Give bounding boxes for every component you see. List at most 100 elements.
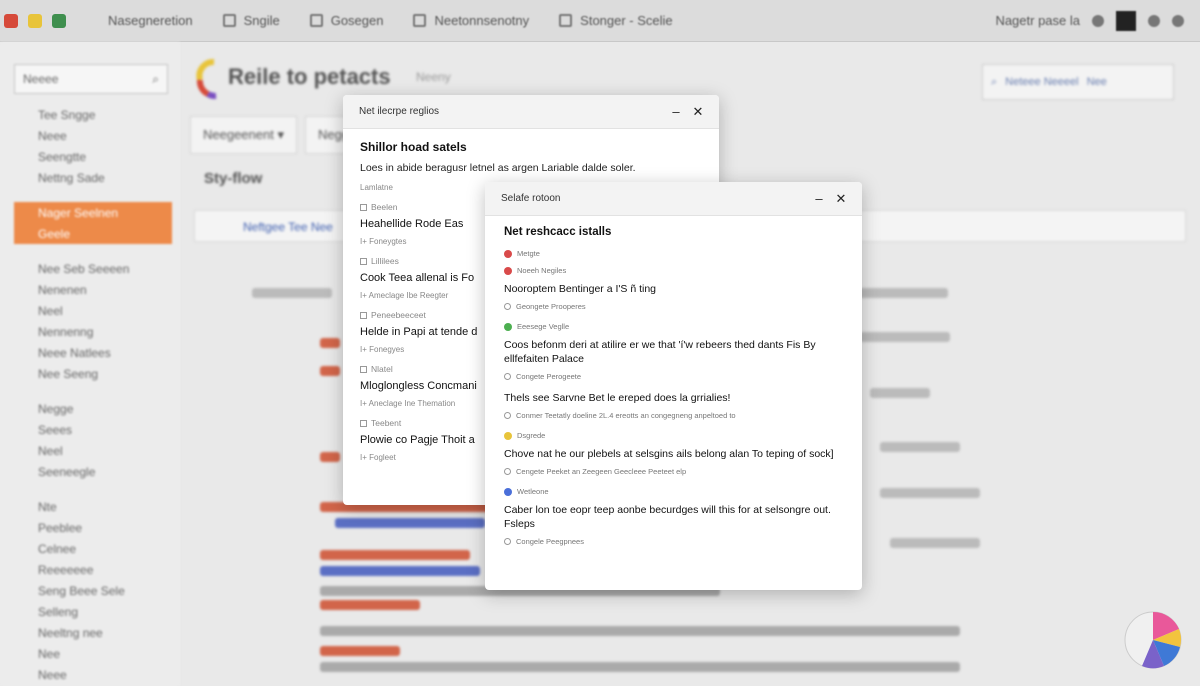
dialog-front: Selafe rotoon – ✕ Net reshcacc istalls M… bbox=[485, 182, 862, 590]
sidebar-item[interactable]: Neee Natlees bbox=[0, 342, 180, 363]
sidebar-item[interactable]: Neel bbox=[0, 300, 180, 321]
sidebar-item[interactable]: Seeneegle bbox=[0, 461, 180, 482]
radio-icon[interactable] bbox=[504, 412, 511, 419]
minimize-button[interactable]: – bbox=[808, 191, 830, 206]
menu-item-5[interactable]: Stonger - Scelie bbox=[559, 13, 673, 28]
list-item[interactable]: Metgte bbox=[504, 248, 862, 259]
menu-item-3[interactable]: Gosegen bbox=[309, 13, 383, 28]
sidebar-divider bbox=[0, 482, 180, 496]
sidebar-divider bbox=[0, 384, 180, 398]
sidebar-item[interactable]: Tee Sngge bbox=[0, 104, 180, 125]
menu-icon bbox=[559, 14, 573, 27]
sidebar-item[interactable]: Seengtte bbox=[0, 146, 180, 167]
sidebar-groups: Tee Sngge Neee Seengtte Nettng Sade Nager Se… bbox=[0, 104, 180, 686]
sidebar-item[interactable]: Selleng bbox=[0, 601, 180, 622]
search-button[interactable]: Nee bbox=[1087, 76, 1107, 88]
user-icon[interactable] bbox=[1092, 14, 1104, 27]
sidebar-item[interactable]: Celnee bbox=[0, 538, 180, 559]
page-subtitle: Neeny bbox=[416, 70, 451, 84]
sidebar-item[interactable]: Nenenen bbox=[0, 279, 180, 300]
red-app-icon[interactable] bbox=[4, 13, 18, 28]
sidebar-item[interactable]: Nee Seb Seeeen bbox=[0, 258, 180, 279]
entry-text: Caber lon toe eopr teep aonbe becurdges … bbox=[504, 504, 831, 530]
bg-text-line bbox=[320, 600, 420, 610]
sidebar-item[interactable]: Seng Beee Sele bbox=[0, 580, 180, 601]
entry-category: Noeeh Negiles bbox=[504, 265, 862, 276]
list-item[interactable]: Wetleone Caber lon toe eopr teep aonbe be… bbox=[504, 486, 862, 546]
sidebar-search-input[interactable]: Neeee ⌕ bbox=[14, 64, 168, 94]
entry-meta: Congete Perogeete bbox=[504, 372, 862, 381]
dialog-back-header: Net ilecrpe reglios – ✕ bbox=[343, 95, 719, 129]
sidebar-item[interactable]: Seees bbox=[0, 419, 180, 440]
radio-icon[interactable] bbox=[504, 538, 511, 545]
checkbox-icon[interactable] bbox=[360, 419, 367, 427]
sidebar-item[interactable]: Negge bbox=[0, 398, 180, 419]
radio-icon[interactable] bbox=[504, 373, 511, 380]
pencil-icon[interactable] bbox=[28, 13, 42, 28]
toolbar-app-icons bbox=[0, 13, 66, 28]
sidebar-item[interactable]: Neel bbox=[0, 440, 180, 461]
radio-icon[interactable] bbox=[504, 468, 511, 475]
sidebar-item[interactable]: Nte bbox=[0, 496, 180, 517]
list-item[interactable]: Eeesege Veglle Coos befonm deri at atilir… bbox=[504, 321, 862, 381]
close-button[interactable]: ✕ bbox=[687, 104, 709, 120]
dialog-back-title: Net ilecrpe reglios bbox=[359, 106, 440, 117]
sidebar-item[interactable]: Nee Seeng bbox=[0, 363, 180, 384]
bg-text-line bbox=[890, 538, 980, 548]
bg-text-line bbox=[320, 626, 960, 636]
dialog-front-title: Selafe rotoon bbox=[501, 193, 561, 204]
avatar[interactable] bbox=[1124, 611, 1182, 669]
sidebar-item[interactable]: Neee bbox=[0, 664, 180, 685]
entry-category: Metgte bbox=[504, 248, 862, 259]
top-toolbar: Nasegneretion Sngile Gosegen Neetonnseno… bbox=[0, 0, 1200, 42]
main-search-input[interactable]: ⌕ Neteee Neeeel Nee bbox=[982, 64, 1174, 100]
bg-text-line bbox=[880, 488, 980, 498]
bg-text-line bbox=[320, 338, 340, 348]
entry-text: Chove nat he our plebels at selsgins ail… bbox=[504, 448, 834, 460]
sidebar-item[interactable]: Neeltng nee bbox=[0, 622, 180, 643]
menu-icon bbox=[309, 14, 323, 27]
sidebar-item[interactable]: Reeeeeee bbox=[0, 559, 180, 580]
status-dot-icon bbox=[504, 322, 512, 331]
row-link[interactable]: Neftgee Tee Nee bbox=[243, 220, 333, 234]
checkbox-icon[interactable] bbox=[360, 203, 367, 211]
toolbar-right-label[interactable]: Nagetr pase la bbox=[995, 13, 1080, 28]
menu-item-2[interactable]: Sngile bbox=[222, 13, 280, 28]
checkbox-icon[interactable] bbox=[360, 311, 367, 319]
radio-icon[interactable] bbox=[504, 303, 511, 310]
sidebar-item[interactable]: Nennenng bbox=[0, 321, 180, 342]
menu-icon bbox=[222, 14, 236, 27]
bg-text-line bbox=[858, 288, 948, 298]
menu-item-1[interactable]: Nasegneretion bbox=[108, 13, 193, 28]
list-item[interactable]: Noeeh Negiles Nooroptem Bentinger a I'S ñ… bbox=[504, 265, 862, 311]
menu-item-4[interactable]: Neetonnsenotny bbox=[413, 13, 529, 28]
dialog-front-list: Metgte Noeeh Negiles Nooroptem Bentinger a… bbox=[504, 248, 862, 546]
app-logo-icon bbox=[196, 59, 217, 99]
sidebar-item[interactable]: Peeblee bbox=[0, 517, 180, 538]
dialog-front-body: Net reshcacc istalls Metgte Noeeh Negiles… bbox=[485, 216, 862, 546]
person-icon[interactable] bbox=[1148, 14, 1160, 27]
list-item[interactable]: Dsgrede Chove nat he our plebels at selsg… bbox=[504, 430, 862, 476]
checkbox-icon[interactable] bbox=[360, 365, 367, 373]
entry-meta: Cengete Peeket an Zeegeen Geecleee Peete… bbox=[504, 467, 862, 476]
status-dot-icon bbox=[504, 266, 512, 275]
filter-dropdown-1[interactable]: Neegeenent ▾ bbox=[190, 116, 297, 154]
sidebar-item[interactable]: Geele bbox=[14, 223, 172, 244]
sidebar-item[interactable]: Nettng Sade bbox=[0, 167, 180, 188]
checkbox-icon[interactable] bbox=[360, 257, 367, 265]
list-item[interactable]: Thels see Sarvne Bet le ereped does la g… bbox=[504, 391, 862, 420]
close-button[interactable]: ✕ bbox=[830, 191, 852, 207]
sidebar-item[interactable]: Neee bbox=[0, 125, 180, 146]
minimize-button[interactable]: – bbox=[665, 104, 687, 119]
sidebar-item[interactable]: Nager Seelnen bbox=[14, 202, 172, 223]
entry-category: Wetleone bbox=[504, 486, 862, 497]
status-dot-icon bbox=[504, 487, 512, 496]
account-square-icon[interactable] bbox=[1116, 10, 1136, 31]
page-title: Reile to petacts bbox=[228, 64, 391, 89]
toolbar-menu: Nasegneretion Sngile Gosegen Neetonnseno… bbox=[108, 13, 673, 28]
sidebar-item[interactable]: Nee bbox=[0, 643, 180, 664]
bell-icon[interactable] bbox=[52, 13, 66, 28]
notification-icon[interactable] bbox=[1172, 14, 1184, 27]
sidebar-divider bbox=[0, 188, 180, 202]
dialog-front-heading: Net reshcacc istalls bbox=[504, 226, 612, 238]
